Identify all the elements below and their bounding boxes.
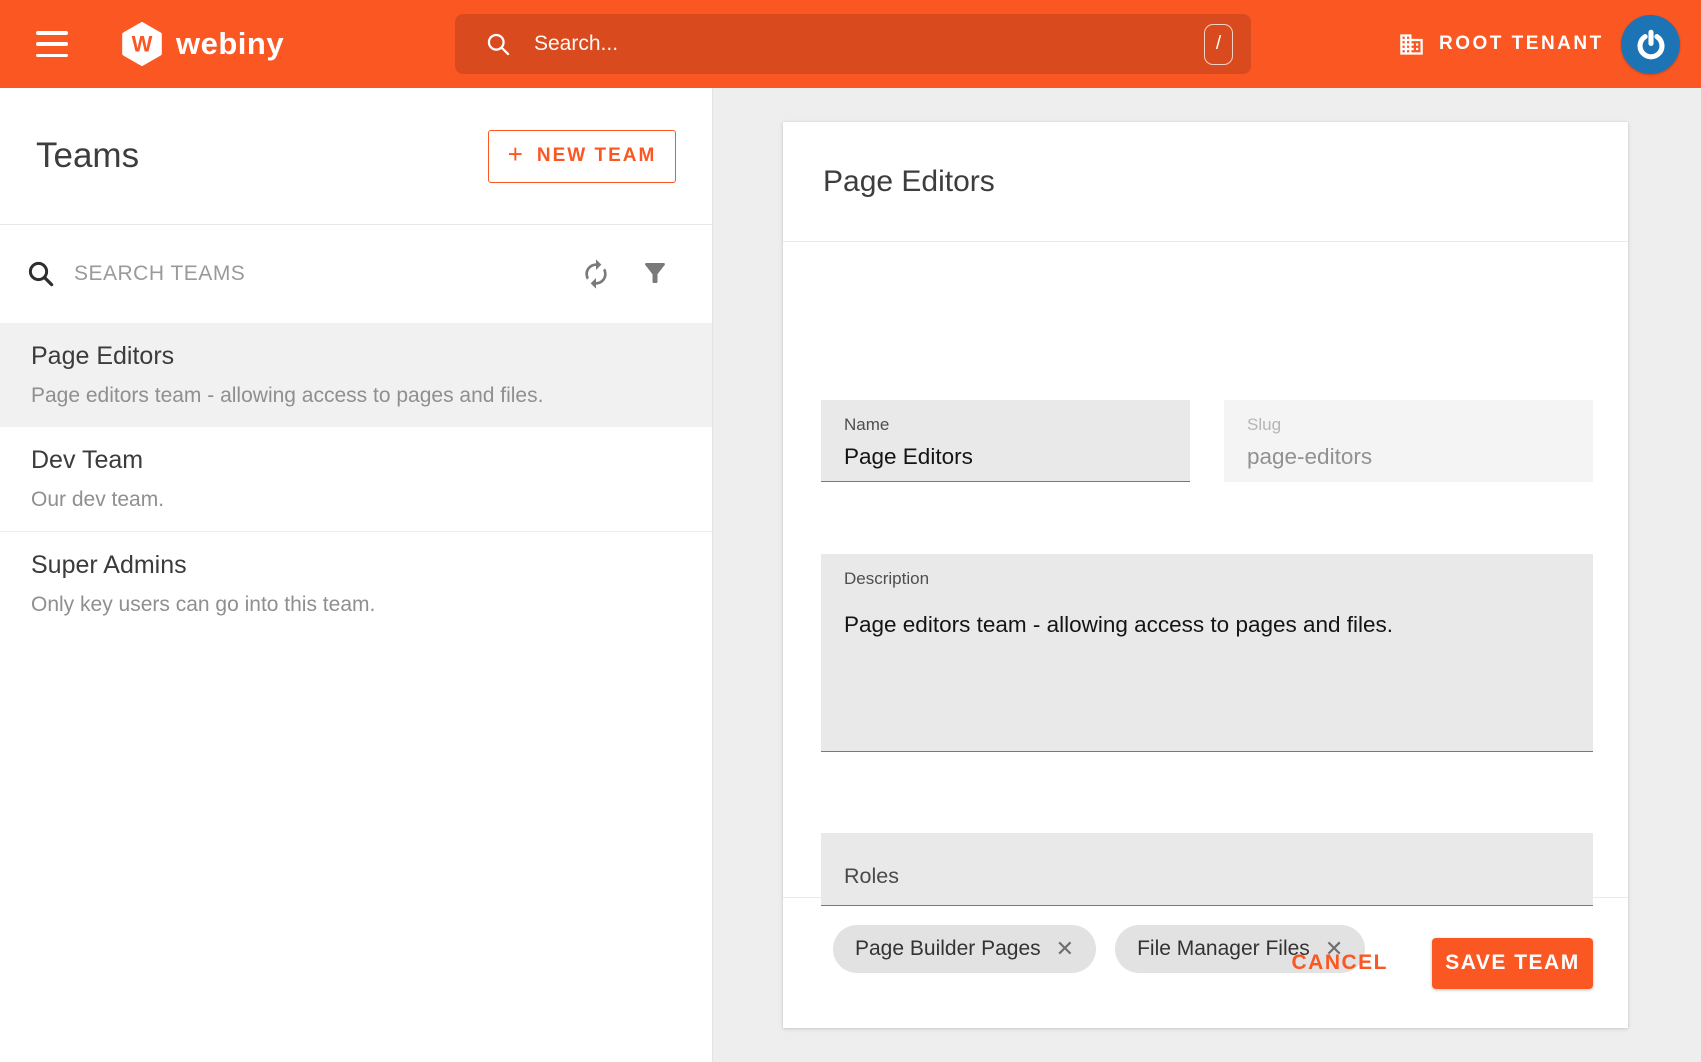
team-list-item-super-admins[interactable]: Super Admins Only key users can go into … [0,531,712,635]
webiny-logo[interactable]: W webiny [120,0,284,88]
description-field: Description Page editors team - allowing… [821,554,1593,752]
teams-list-panel: Teams + NEW TEAM [0,88,713,1062]
global-search-input[interactable] [534,32,1204,56]
team-name: Dev Team [31,446,681,475]
brand-wordmark: webiny [176,0,284,88]
search-icon [485,31,512,58]
team-description: Page editors team - allowing access to p… [31,384,681,408]
team-list-item-page-editors[interactable]: Page Editors Page editors team - allowin… [0,323,712,427]
slash-shortcut-badge: / [1204,24,1233,65]
teams-list-header: Teams + NEW TEAM [0,88,712,225]
hamburger-menu-icon[interactable] [36,31,68,57]
team-name: Page Editors [31,342,681,371]
filter-button[interactable] [640,258,670,288]
refresh-icon [580,258,612,290]
plus-icon: + [508,139,525,170]
form-footer: CANCEL SAVE TEAM [783,897,1628,1028]
svg-text:W: W [132,31,153,56]
form-title: Page Editors [823,165,995,199]
new-team-button-label: NEW TEAM [537,145,656,167]
slug-input [1247,444,1570,470]
form-header: Page Editors [783,122,1628,242]
page-title: Teams [36,136,139,176]
team-details-panel: Page Editors Name Slug Description Page … [714,88,1701,1062]
name-field-label: Name [844,415,1167,435]
team-list-item-dev-team[interactable]: Dev Team Our dev team. [0,427,712,531]
teams-list: Page Editors Page editors team - allowin… [0,323,712,635]
search-icon [26,259,56,289]
new-team-button[interactable]: + NEW TEAM [488,130,676,183]
slug-field: Slug [1224,400,1593,482]
name-input[interactable] [844,444,1167,470]
top-app-bar: W webiny / ROOT TENANT [0,0,1701,88]
webiny-hexagon-icon: W [120,22,164,66]
global-search-bar: / [455,14,1251,74]
roles-field-label: Roles [844,864,899,889]
slug-field-label: Slug [1247,415,1570,435]
filter-funnel-icon [640,258,670,288]
cancel-button[interactable]: CANCEL [1278,941,1403,985]
building-icon [1398,31,1425,58]
save-team-button[interactable]: SAVE TEAM [1432,938,1593,989]
roles-field[interactable]: Roles [821,833,1593,906]
power-gravatar-icon [1633,27,1669,63]
team-description: Only key users can go into this team. [31,593,681,617]
tenant-name: ROOT TENANT [1439,33,1604,55]
teams-search-bar [0,225,712,323]
team-form-card: Page Editors Name Slug Description Page … [783,122,1628,1028]
description-textarea[interactable]: Page editors team - allowing access to p… [844,610,1570,740]
description-field-label: Description [844,569,1570,589]
team-name: Super Admins [31,551,681,580]
user-avatar[interactable] [1621,15,1680,74]
name-field: Name [821,400,1190,482]
tenant-selector[interactable]: ROOT TENANT [1398,0,1604,88]
refresh-button[interactable] [580,258,612,290]
team-description: Our dev team. [31,488,681,512]
webiny-admin-app: W webiny / ROOT TENANT [0,0,1701,1062]
